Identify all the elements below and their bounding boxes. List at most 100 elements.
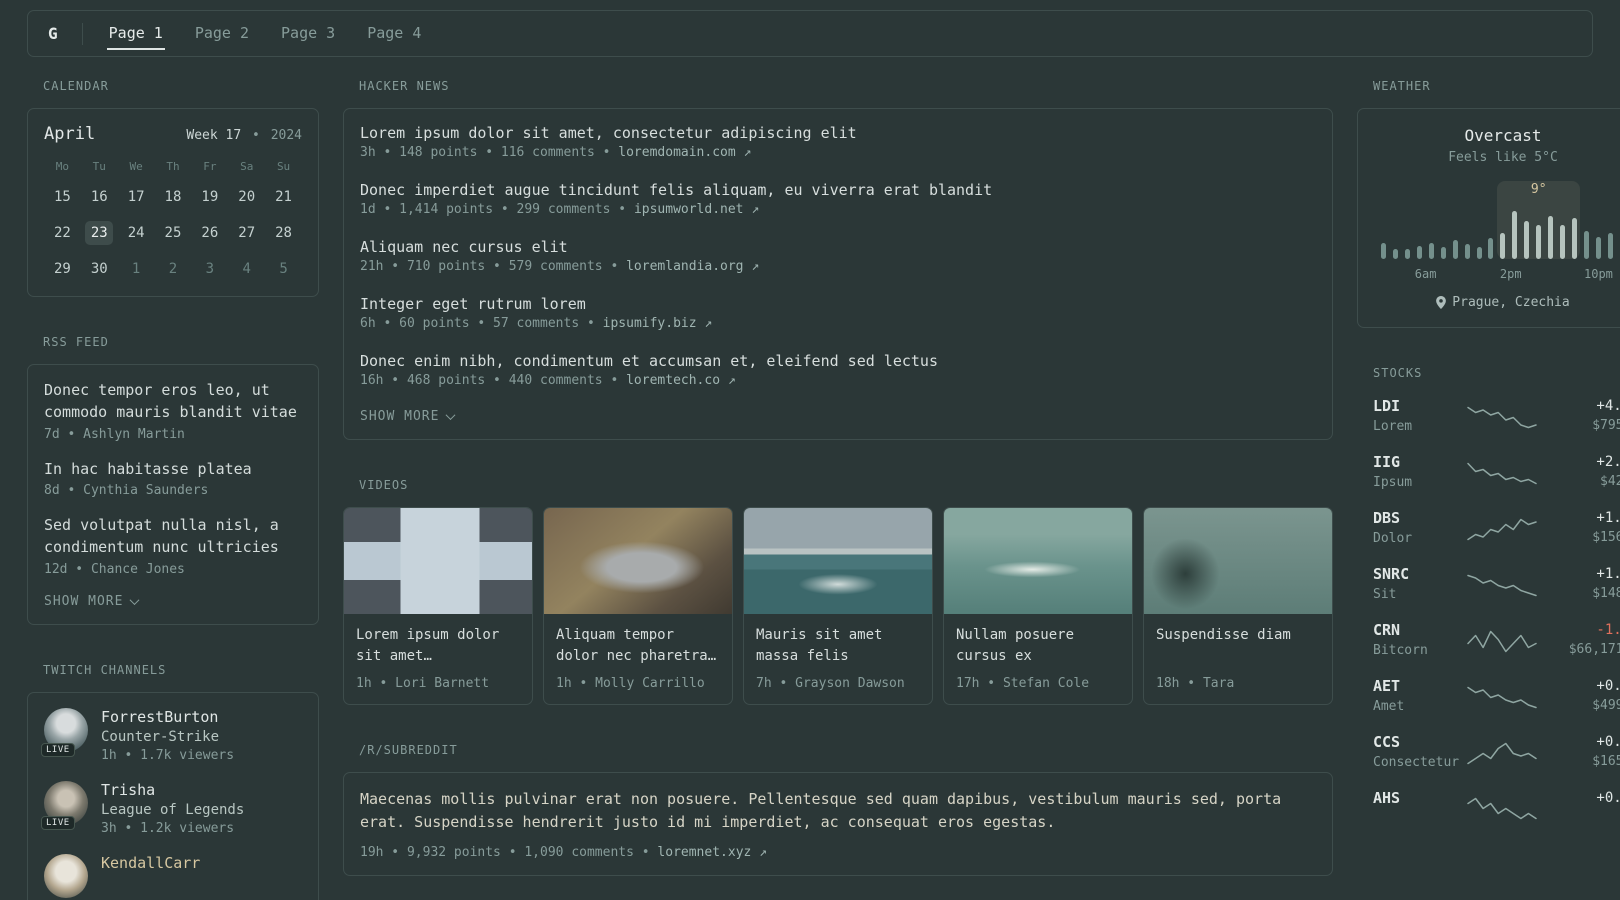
stock-sparkline (1467, 742, 1537, 764)
tab-page-2[interactable]: Page 2 (193, 20, 251, 50)
hn-show-more-button[interactable]: SHOW MORE (360, 409, 1316, 424)
video-card[interactable]: Mauris sit amet massa felis 7h • Grayson… (743, 507, 933, 705)
stock-sparkline (1467, 462, 1537, 484)
tab-page-4[interactable]: Page 4 (365, 20, 423, 50)
channel-avatar (44, 853, 88, 898)
stock-name: Consectetur (1373, 755, 1460, 770)
hn-item: Donec enim nibh, condimentum et accumsan… (360, 352, 1316, 388)
hn-item-title[interactable]: Aliquam nec cursus elit (360, 238, 1316, 256)
twitch-card: LIVE ForrestBurton Counter-Strike 1h • 1… (27, 691, 319, 900)
video-card[interactable]: Lorem ipsum dolor sit amet consectetu… 1… (343, 507, 533, 705)
stock-ticker: CRN (1373, 621, 1401, 639)
video-card[interactable]: Aliquam tempor dolor nec pharetra… 1h • … (543, 507, 733, 705)
hn-item-title[interactable]: Donec enim nibh, condimentum et accumsan… (360, 352, 1316, 370)
rss-item: In hac habitasse platea 8d • Cynthia Sau… (44, 459, 302, 499)
stock-change: +1.36% (1596, 566, 1620, 582)
hn-item-meta: 16h • 468 points • 440 comments • loremt… (360, 373, 1316, 388)
hn-domain-link[interactable]: ipsumify.biz (603, 316, 697, 331)
twitch-channel-row[interactable]: KendallCarr (44, 853, 302, 898)
video-thumbnail[interactable] (944, 508, 1132, 614)
stock-ticker: DBS (1373, 509, 1401, 527)
hn-domain-link[interactable]: loremdomain.com (618, 145, 735, 160)
stock-row[interactable]: IIG Ipsum +2.84% $42.04 (1373, 453, 1620, 490)
stock-ticker: CCS (1373, 733, 1401, 751)
subreddit-post-text[interactable]: Maecenas mollis pulvinar erat non posuer… (360, 788, 1316, 835)
twitch-channel-row[interactable]: LIVE Trisha League of Legends 3h • 1.2k … (41, 780, 302, 836)
video-meta: 7h • Grayson Dawson (756, 676, 905, 691)
hn-meta-text: 3h • 148 points • 116 comments • (360, 145, 611, 160)
hn-item-title[interactable]: Integer eget rutrum lorem (360, 295, 1316, 313)
external-link-icon: ↗ (743, 145, 752, 160)
video-thumbnail[interactable] (344, 508, 532, 614)
right-column: WEATHER Overcast Feels like 5°C 9° 6am 2… (1357, 79, 1620, 862)
stock-name: Ipsum (1373, 475, 1413, 490)
channel-name[interactable]: Trisha (101, 781, 244, 799)
subreddit-meta-text: 19h • 9,932 points • 1,090 comments • (360, 844, 650, 860)
weather-bar (1440, 247, 1446, 259)
hn-item-meta: 21h • 710 points • 579 comments • loreml… (360, 259, 1316, 274)
video-thumbnail[interactable] (1144, 508, 1332, 614)
video-title[interactable]: Lorem ipsum dolor sit amet consectetu… (344, 614, 532, 667)
video-title[interactable]: Suspendisse diam (1144, 614, 1332, 667)
weather-time-label: 6am (1414, 267, 1437, 281)
video-card[interactable]: Nullam posuere cursus ex 17h • Stefan Co… (943, 507, 1133, 705)
calendar-day: 26 (201, 225, 219, 241)
video-thumbnail[interactable] (744, 508, 932, 614)
stock-price: $42.04 (1600, 474, 1620, 489)
tab-page-1[interactable]: Page 1 (106, 20, 165, 50)
rss-item-meta: 8d • Cynthia Saunders (44, 483, 209, 499)
calendar-week-label: Week 17 (186, 128, 242, 143)
section-title-weather: WEATHER (1373, 79, 1431, 93)
stock-row[interactable]: AHS +0.46% (1373, 789, 1620, 824)
stock-row[interactable]: CCS Consectetur +0.51% $165.84 (1373, 733, 1620, 770)
video-title[interactable]: Aliquam tempor dolor nec pharetra… (544, 614, 732, 667)
hn-item-title[interactable]: Lorem ipsum dolor sit amet, consectetur … (360, 124, 1316, 142)
hn-domain-link[interactable]: ipsumworld.net (634, 202, 744, 217)
nav-divider (81, 22, 83, 45)
hn-domain-link[interactable]: loremtech.co (626, 373, 720, 388)
stock-name: Bitcorn (1373, 643, 1428, 658)
stock-row[interactable]: LDI Lorem +4.35% $795.18 (1373, 397, 1620, 434)
video-title[interactable]: Nullam posuere cursus ex (944, 614, 1132, 667)
video-title[interactable]: Mauris sit amet massa felis (744, 614, 932, 667)
stock-sparkline (1467, 518, 1537, 540)
stock-row[interactable]: SNRC Sit +1.36% $148.64 (1373, 565, 1620, 602)
weather-time-axis: 6am 2pm 10pm (1374, 267, 1620, 283)
rss-item-title[interactable]: In hac habitasse platea (44, 459, 302, 481)
stock-name: Lorem (1373, 419, 1413, 434)
channel-avatar: LIVE (41, 780, 88, 830)
rss-show-more-button[interactable]: SHOW MORE (44, 594, 302, 609)
channel-name[interactable]: KendallCarr (101, 854, 200, 872)
app-logo[interactable]: G (48, 24, 58, 43)
hn-domain-link[interactable]: loremlandia.org (626, 259, 743, 274)
rss-item-title[interactable]: Donec tempor eros leo, ut commodo mauris… (44, 380, 302, 424)
calendar-day-header: Fr (203, 160, 217, 173)
weather-temp-label: 9° (1530, 182, 1547, 197)
stock-row[interactable]: CRN Bitcorn -1.00% $66,171.48 (1373, 621, 1620, 658)
hn-item-title[interactable]: Donec imperdiet augue tincidunt felis al… (360, 181, 1316, 199)
rss-item-title[interactable]: Sed volutpat nulla nisl, a condimentum n… (44, 515, 302, 559)
calendar-day: 25 (164, 225, 182, 241)
stock-name (1373, 811, 1465, 824)
live-badge: LIVE (41, 815, 75, 830)
chevron-down-icon (446, 410, 456, 421)
stock-row[interactable]: AET Amet +0.92% $499.72 (1373, 677, 1620, 714)
stock-change: -1.00% (1596, 622, 1620, 638)
subreddit-domain-link[interactable]: loremnet.xyz (657, 845, 751, 860)
channel-name[interactable]: ForrestBurton (101, 708, 234, 726)
weather-bar (1392, 249, 1398, 259)
tab-page-3[interactable]: Page 3 (279, 20, 337, 50)
section-title-stocks: STOCKS (1373, 366, 1423, 380)
weather-bar (1572, 218, 1577, 259)
section-title-twitch: TWITCH CHANNELS (43, 662, 167, 677)
calendar-week: Week 17 • 2024 (186, 128, 302, 143)
calendar-day: 16 (90, 189, 108, 205)
hacker-news-widget: HACKER NEWS Lorem ipsum dolor sit amet, … (343, 79, 1333, 440)
hn-meta-text: 21h • 710 points • 579 comments • (360, 259, 619, 274)
video-card[interactable]: Suspendisse diam 18h • Tara (1143, 507, 1333, 705)
video-thumbnail[interactable] (544, 508, 732, 614)
stock-row[interactable]: DBS Dolor +1.42% $156.28 (1373, 509, 1620, 546)
video-carousel[interactable]: Lorem ipsum dolor sit amet consectetu… 1… (343, 507, 1333, 705)
twitch-channel-row[interactable]: LIVE ForrestBurton Counter-Strike 1h • 1… (41, 707, 302, 763)
top-nav: G Page 1 Page 2 Page 3 Page 4 (27, 10, 1593, 57)
